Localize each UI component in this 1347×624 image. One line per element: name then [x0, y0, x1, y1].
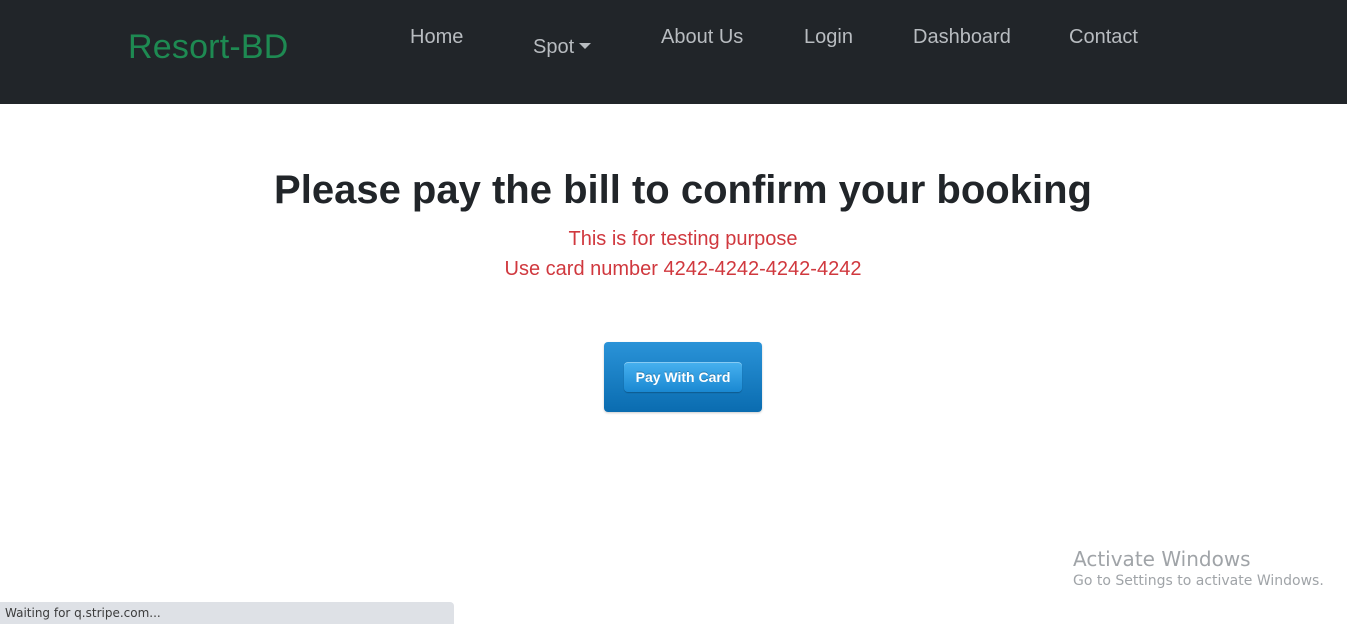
top-navbar: Resort-BD Home Spot About Us Login Dashb…: [0, 0, 1347, 104]
browser-status-bar: Waiting for q.stripe.com...: [0, 602, 454, 624]
nav-link-home[interactable]: Home: [410, 24, 463, 50]
nav-link-about-us[interactable]: About Us: [661, 24, 743, 50]
activate-windows-watermark-title: Activate Windows: [1073, 547, 1251, 571]
caret-down-icon: [579, 42, 592, 49]
nav-dropdown-spot-label: Spot: [533, 36, 575, 58]
testing-notice: This is for testing purpose: [568, 228, 798, 250]
nav-link-login[interactable]: Login: [804, 24, 853, 50]
pay-with-card-button[interactable]: Pay With Card: [624, 362, 742, 392]
test-card-number-notice: Use card number 4242-4242-4242-4242: [504, 258, 862, 280]
brand-logo-link[interactable]: Resort-BD: [128, 26, 289, 68]
nav-dropdown-spot[interactable]: Spot: [533, 34, 592, 60]
activate-windows-watermark-subtitle: Go to Settings to activate Windows.: [1073, 573, 1324, 589]
nav-link-dashboard[interactable]: Dashboard: [913, 24, 1011, 50]
stripe-checkout-container[interactable]: Pay With Card: [604, 342, 762, 412]
nav-link-contact[interactable]: Contact: [1069, 24, 1138, 50]
page-title: Please pay the bill to confirm your book…: [274, 168, 1092, 212]
